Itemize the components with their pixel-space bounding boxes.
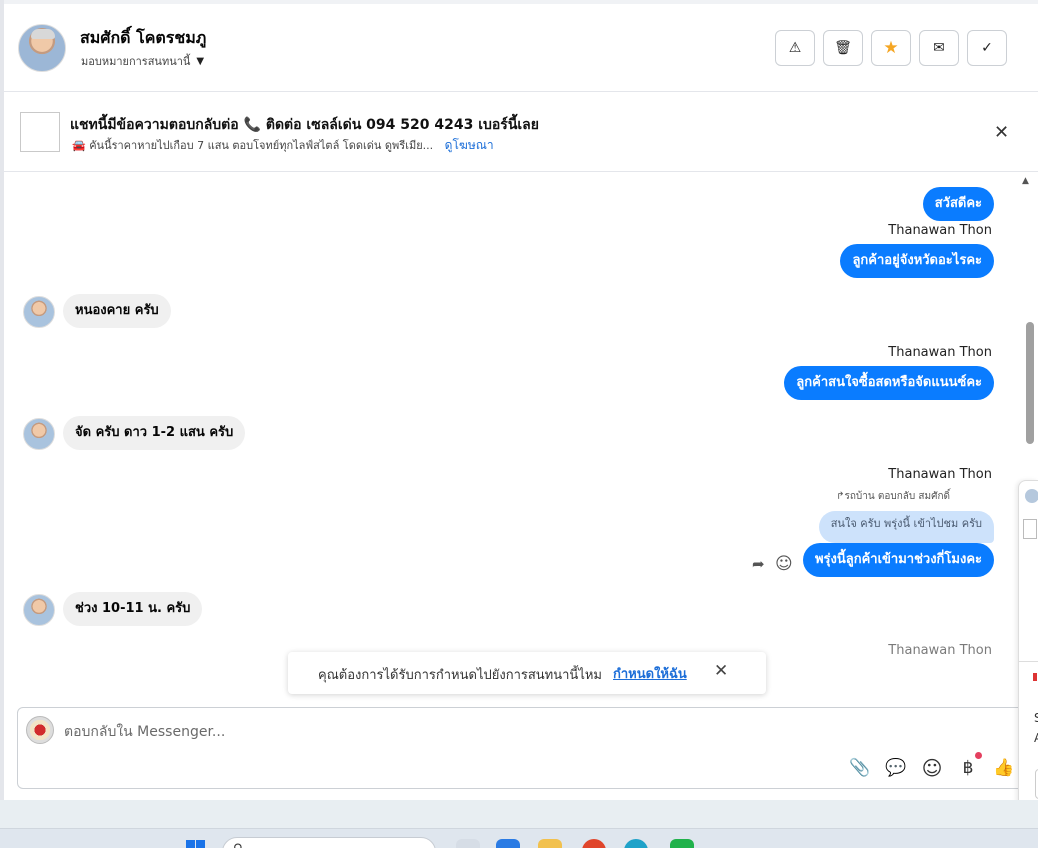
message-incoming[interactable]: จัด ครับ ดาว 1-2 แสน ครับ <box>63 416 246 450</box>
peek-thumbnail <box>1023 519 1037 539</box>
contact-avatar-small[interactable] <box>23 296 55 328</box>
star-button[interactable]: ★ <box>871 30 911 66</box>
sender-name: Thanawan Thon <box>888 643 992 658</box>
message-outgoing[interactable]: ลูกค้าอยู่จังหวัดอะไรคะ <box>840 244 994 278</box>
thumbs-up-icon: 👍 <box>993 758 1015 778</box>
warning-icon: ⚠ <box>788 40 802 56</box>
ad-title: แชทนี้มีข้อความตอบกลับต่อ 📞 ติดต่อ เซลล์… <box>70 117 539 133</box>
windows-start-icon[interactable] <box>186 840 206 848</box>
peek-indicator <box>1033 673 1037 681</box>
conversation-header: สมศักดิ์ โคตรชมภู มอบหมายการสนทนานี้ ▼ ⚠… <box>4 4 1038 92</box>
peek-avatar <box>1025 489 1038 503</box>
delete-button[interactable]: 🗑 <box>823 30 863 66</box>
reply-hint: ↱รถบ้าน ตอบกลับ สมศักดิ์ <box>836 491 950 502</box>
close-icon[interactable]: ✕ <box>714 661 728 681</box>
notification-dot <box>975 752 982 759</box>
payment-button[interactable]: ฿ <box>956 756 980 780</box>
mail-button[interactable]: ✉ <box>919 30 959 66</box>
trash-icon: 🗑 <box>834 40 852 56</box>
contact-name[interactable]: สมศักดิ์ โคตรชมภู <box>80 26 206 51</box>
assign-to-me-link[interactable]: กำหนดให้ฉัน <box>613 663 687 684</box>
message-outgoing[interactable]: พรุ่งนี้ลูกค้าเข้ามาช่วงกี่โมงคะ <box>802 543 994 577</box>
star-icon: ★ <box>883 38 899 58</box>
line-icon[interactable] <box>670 839 694 848</box>
like-button[interactable]: 👍 <box>992 756 1016 780</box>
view-ad-link[interactable]: ดูโฆษณา <box>445 138 494 152</box>
sender-name: Thanawan Thon <box>888 345 992 360</box>
reply-input[interactable] <box>64 720 964 744</box>
mail-icon: ✉ <box>933 40 945 56</box>
taskbar: ⚲ <box>0 828 1038 848</box>
check-icon: ✓ <box>981 40 993 56</box>
bottom-strip <box>0 800 1038 828</box>
inbox-app: สมศักดิ์ โคตรชมภู มอบหมายการสนทนานี้ ▼ ⚠… <box>0 0 1038 848</box>
contact-avatar-small[interactable] <box>23 418 55 450</box>
react-smiley-icon[interactable]: ☺ <box>775 554 793 574</box>
peek-letter: A <box>1034 731 1038 745</box>
ad-banner: แชทนี้มีข้อความตอบกลับต่อ 📞 ติดต่อ เซลล์… <box>4 92 1038 172</box>
message-outgoing[interactable]: ลูกค้าสนใจซื้อสดหรือจัดแนนซ์คะ <box>784 366 994 400</box>
search-icon: ⚲ <box>233 842 243 848</box>
message-list[interactable]: สวัสดีคะ Thanawan Thon ลูกค้าอยู่จังหวัด… <box>4 173 1038 703</box>
taskbar-search[interactable]: ⚲ <box>222 837 436 848</box>
scroll-up-arrow-icon[interactable]: ▲ <box>1022 176 1029 186</box>
toast-text: คุณต้องการได้รับการกำหนดไปยังการสนทนานี้… <box>318 668 602 683</box>
baht-icon: ฿ <box>962 758 974 778</box>
ad-subtitle-text: 🚘 คันนี้ราคาหายไปเกือบ 7 แสน ตอบโจทย์ทุก… <box>72 139 434 152</box>
app-icon[interactable] <box>496 839 520 848</box>
scrollbar-thumb[interactable] <box>1026 322 1034 444</box>
ad-subtitle: 🚘 คันนี้ราคาหายไปเกือบ 7 แสน ตอบโจทย์ทุก… <box>72 136 494 155</box>
assign-toast: คุณต้องการได้รับการกำหนดไปยังการสนทนานี้… <box>288 652 766 694</box>
message-incoming[interactable]: หนองคาย ครับ <box>63 294 171 328</box>
paperclip-icon: 📎 <box>849 758 871 778</box>
contact-avatar[interactable] <box>18 24 66 72</box>
close-icon[interactable]: ✕ <box>994 122 1009 143</box>
folder-icon[interactable] <box>538 839 562 848</box>
emoji-button[interactable]: ☺ <box>920 756 944 780</box>
reply-icon[interactable]: ➦ <box>752 555 765 573</box>
task-view-icon[interactable] <box>456 839 480 848</box>
assign-label: มอบหมายการสนทนานี้ <box>81 55 191 68</box>
caret-down-icon: ▼ <box>196 55 205 67</box>
quoted-message[interactable]: สนใจ ครับ พรุ่งนี้ เข้าไปชม ครับ <box>818 511 994 543</box>
message-outgoing[interactable]: สวัสดีคะ <box>922 187 994 221</box>
assign-dropdown[interactable]: มอบหมายการสนทนานี้ ▼ <box>81 52 204 70</box>
chat-bubble-icon: 💬 <box>885 758 907 778</box>
sender-name: Thanawan Thon <box>888 467 992 482</box>
report-button[interactable]: ⚠ <box>775 30 815 66</box>
attach-button[interactable]: 📎 <box>848 756 872 780</box>
side-peek-panel[interactable]: S A <box>1018 480 1038 814</box>
message-incoming[interactable]: ช่วง 10-11 น. ครับ <box>63 592 203 626</box>
done-button[interactable]: ✓ <box>967 30 1007 66</box>
peek-divider <box>1019 661 1038 662</box>
saved-replies-button[interactable]: 💬 <box>884 756 908 780</box>
ad-thumbnail[interactable] <box>20 112 60 152</box>
edge-icon[interactable] <box>624 839 648 848</box>
peek-letter: S <box>1034 711 1038 725</box>
page-avatar <box>26 716 54 744</box>
contact-avatar-small[interactable] <box>23 594 55 626</box>
smiley-icon: ☺ <box>921 756 943 780</box>
sender-name: Thanawan Thon <box>888 223 992 238</box>
chrome-icon[interactable] <box>582 839 606 848</box>
message-composer: 📎 💬 ☺ ฿ 👍 <box>17 707 1038 789</box>
